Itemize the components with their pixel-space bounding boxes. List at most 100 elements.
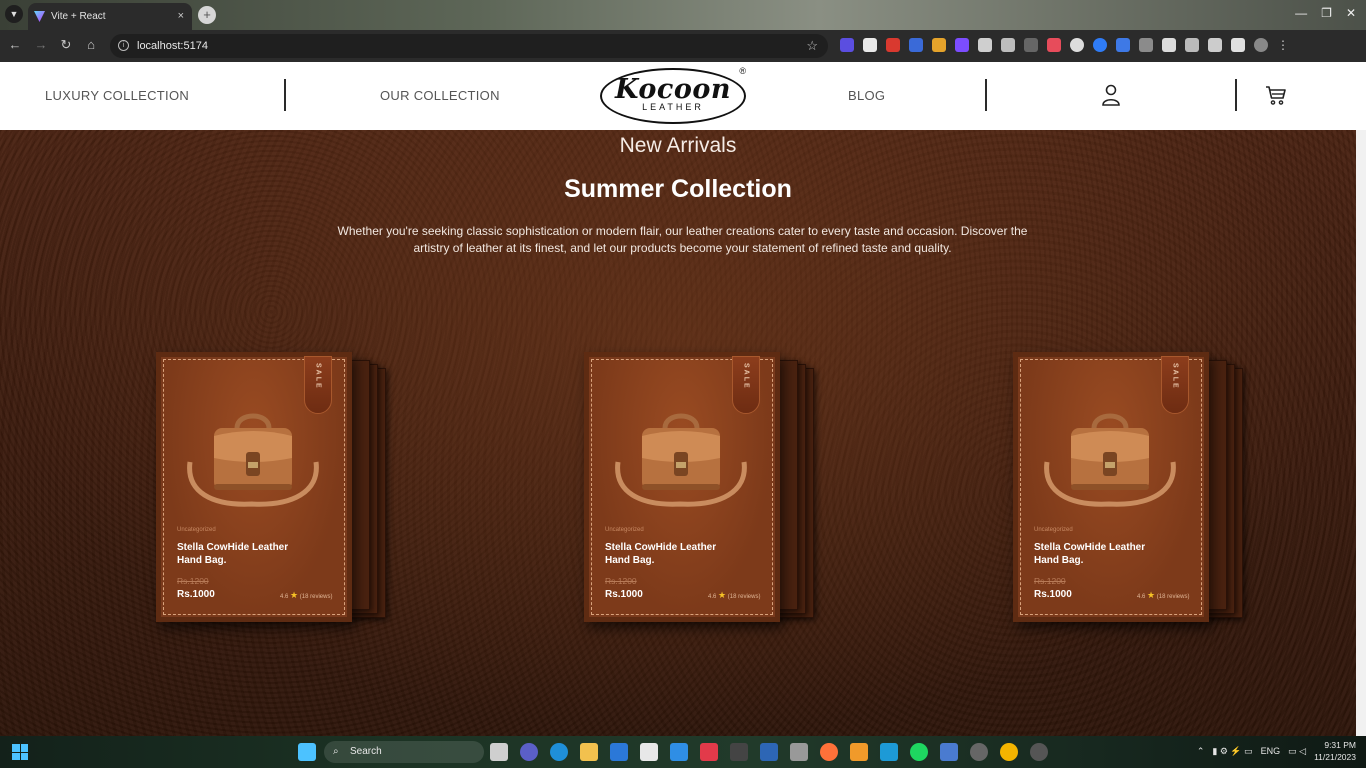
reload-icon[interactable]: ↻ — [57, 37, 75, 53]
browser-tab[interactable]: Vite + React × — [28, 3, 192, 30]
firefox-icon[interactable] — [820, 743, 838, 761]
card-stitched-panel: SALE Uncategorized Stella CowHide Leathe… — [163, 356, 345, 615]
file-explorer-icon[interactable] — [580, 743, 598, 761]
extension-icon[interactable] — [978, 38, 992, 52]
product-old-price: Rs.1200 — [177, 576, 209, 586]
extension-icon[interactable] — [1047, 38, 1061, 52]
language-indicator[interactable]: ENG — [1261, 746, 1281, 756]
product-category: Uncategorized — [177, 527, 216, 533]
app-icon[interactable] — [940, 743, 958, 761]
extension-icon[interactable] — [1116, 38, 1130, 52]
download-icon[interactable] — [1001, 38, 1015, 52]
app-icon[interactable] — [790, 743, 808, 761]
nav-blog[interactable]: BLOG — [848, 88, 885, 103]
product-rating: 4.6 ★ (18 reviews) — [708, 590, 760, 601]
page-scrollbar[interactable] — [1356, 130, 1366, 736]
address-bar[interactable]: i localhost:5174 ☆ — [110, 34, 828, 58]
spotify-icon[interactable] — [910, 743, 928, 761]
app-icon[interactable] — [970, 743, 988, 761]
edge-icon[interactable] — [550, 743, 568, 761]
kocoon-logo[interactable]: Kocoon LEATHER ® — [600, 66, 746, 124]
forward-icon[interactable]: → — [32, 37, 50, 52]
product-name[interactable]: Stella CowHide Leather Hand Bag. — [177, 541, 307, 567]
network-volume-icons[interactable]: ▭ ◁ — [1288, 746, 1306, 757]
product-card-front[interactable]: SALE Uncategorized Stella CowHide Leathe… — [156, 352, 352, 622]
bookmark-star-icon[interactable]: ☆ — [806, 34, 818, 58]
chrome-icon[interactable] — [1000, 743, 1018, 761]
product-card[interactable]: SALE Uncategorized Stella CowHide Leathe… — [1013, 352, 1249, 622]
tray-overflow-icon[interactable]: ⌃ — [1197, 746, 1205, 757]
tab-close-icon[interactable]: × — [178, 10, 184, 22]
leather-bag-image — [187, 413, 319, 507]
extension-icon[interactable] — [1139, 38, 1153, 52]
product-price: Rs.1000 — [605, 589, 643, 600]
minimize-icon[interactable]: — — [1295, 6, 1307, 20]
rating-reviews: (18 reviews) — [299, 594, 333, 600]
product-rating: 4.6 ★ (18 reviews) — [280, 590, 332, 601]
product-category: Uncategorized — [1034, 527, 1073, 533]
rating-value: 4.6 — [280, 594, 289, 600]
logo-wordmark: Kocoon — [615, 74, 731, 105]
cart-icon[interactable] — [1264, 83, 1288, 107]
extensions-row: ⋮ — [840, 38, 1291, 52]
window-controls: — ❐ ✕ — [1295, 6, 1356, 20]
extension-icon[interactable] — [863, 38, 877, 52]
product-card[interactable]: SALE Uncategorized Stella CowHide Leathe… — [584, 352, 820, 622]
menu-kebab-icon[interactable]: ⋮ — [1277, 38, 1291, 52]
nav-luxury-collection[interactable]: LUXURY COLLECTION — [45, 88, 189, 103]
task-view-icon[interactable] — [490, 743, 508, 761]
home-icon[interactable]: ⌂ — [82, 37, 100, 52]
back-icon[interactable]: ← — [6, 37, 24, 52]
nav-our-collection[interactable]: OUR COLLECTION — [380, 88, 500, 103]
extension-icon[interactable] — [932, 38, 946, 52]
puzzle-icon[interactable] — [1185, 38, 1199, 52]
browser-tab-bar: ▼ Vite + React × + — ❐ ✕ — [0, 0, 1366, 30]
extension-icon[interactable] — [1024, 38, 1038, 52]
store-icon[interactable] — [640, 743, 658, 761]
product-name[interactable]: Stella CowHide Leather Hand Bag. — [605, 541, 735, 567]
product-name[interactable]: Stella CowHide Leather Hand Bag. — [1034, 541, 1164, 567]
mail-icon[interactable] — [610, 743, 628, 761]
product-card-front[interactable]: SALE Uncategorized Stella CowHide Leathe… — [584, 352, 780, 622]
start-button-icon[interactable] — [298, 743, 316, 761]
card-stitched-panel: SALE Uncategorized Stella CowHide Leathe… — [1020, 356, 1202, 615]
app-icon[interactable] — [850, 743, 868, 761]
tab-title: Vite + React — [51, 11, 106, 22]
extension-icon[interactable] — [909, 38, 923, 52]
extension-icon[interactable] — [840, 38, 854, 52]
extension-icon[interactable] — [1093, 38, 1107, 52]
app-icon[interactable] — [700, 743, 718, 761]
extension-icon[interactable] — [955, 38, 969, 52]
section-description: Whether you're seeking classic sophistic… — [337, 224, 1028, 255]
site-info-icon[interactable]: i — [118, 40, 129, 51]
nav-divider — [985, 79, 987, 111]
product-card-front[interactable]: SALE Uncategorized Stella CowHide Leathe… — [1013, 352, 1209, 622]
teams-icon[interactable] — [520, 743, 538, 761]
extension-icon[interactable] — [886, 38, 900, 52]
taskbar-clock[interactable]: 9:31 PM 11/21/2023 — [1314, 739, 1356, 763]
product-card[interactable]: SALE Uncategorized Stella CowHide Leathe… — [156, 352, 392, 622]
user-account-icon[interactable] — [1099, 83, 1123, 107]
site-header: LUXURY COLLECTION OUR COLLECTION Kocoon … — [0, 62, 1366, 130]
new-tab-button[interactable]: + — [198, 6, 216, 24]
app-icon[interactable] — [730, 743, 748, 761]
sidebar-icon[interactable] — [1231, 38, 1245, 52]
vscode-icon[interactable] — [670, 743, 688, 761]
vite-favicon-icon — [34, 11, 45, 22]
tab-search-button[interactable]: ▼ — [5, 5, 23, 23]
windows-start-icon[interactable] — [12, 744, 28, 760]
app-icon[interactable] — [1030, 743, 1048, 761]
restore-icon[interactable]: ❐ — [1321, 6, 1332, 20]
extension-icon[interactable] — [1162, 38, 1176, 52]
rating-value: 4.6 — [1137, 594, 1146, 600]
summer-collection-section: New Arrivals Summer Collection Whether y… — [0, 130, 1356, 736]
download-icon[interactable] — [1208, 38, 1222, 52]
taskbar-search[interactable]: ⌕ Search — [324, 741, 484, 763]
extension-icon[interactable] — [1070, 38, 1084, 52]
profile-avatar[interactable] — [1254, 38, 1268, 52]
close-window-icon[interactable]: ✕ — [1346, 6, 1356, 20]
app-icon[interactable] — [760, 743, 778, 761]
app-icon[interactable] — [880, 743, 898, 761]
tray-icons[interactable]: ▮ ⚙ ⚡ ▭ — [1212, 746, 1252, 757]
nav-divider — [284, 79, 286, 111]
